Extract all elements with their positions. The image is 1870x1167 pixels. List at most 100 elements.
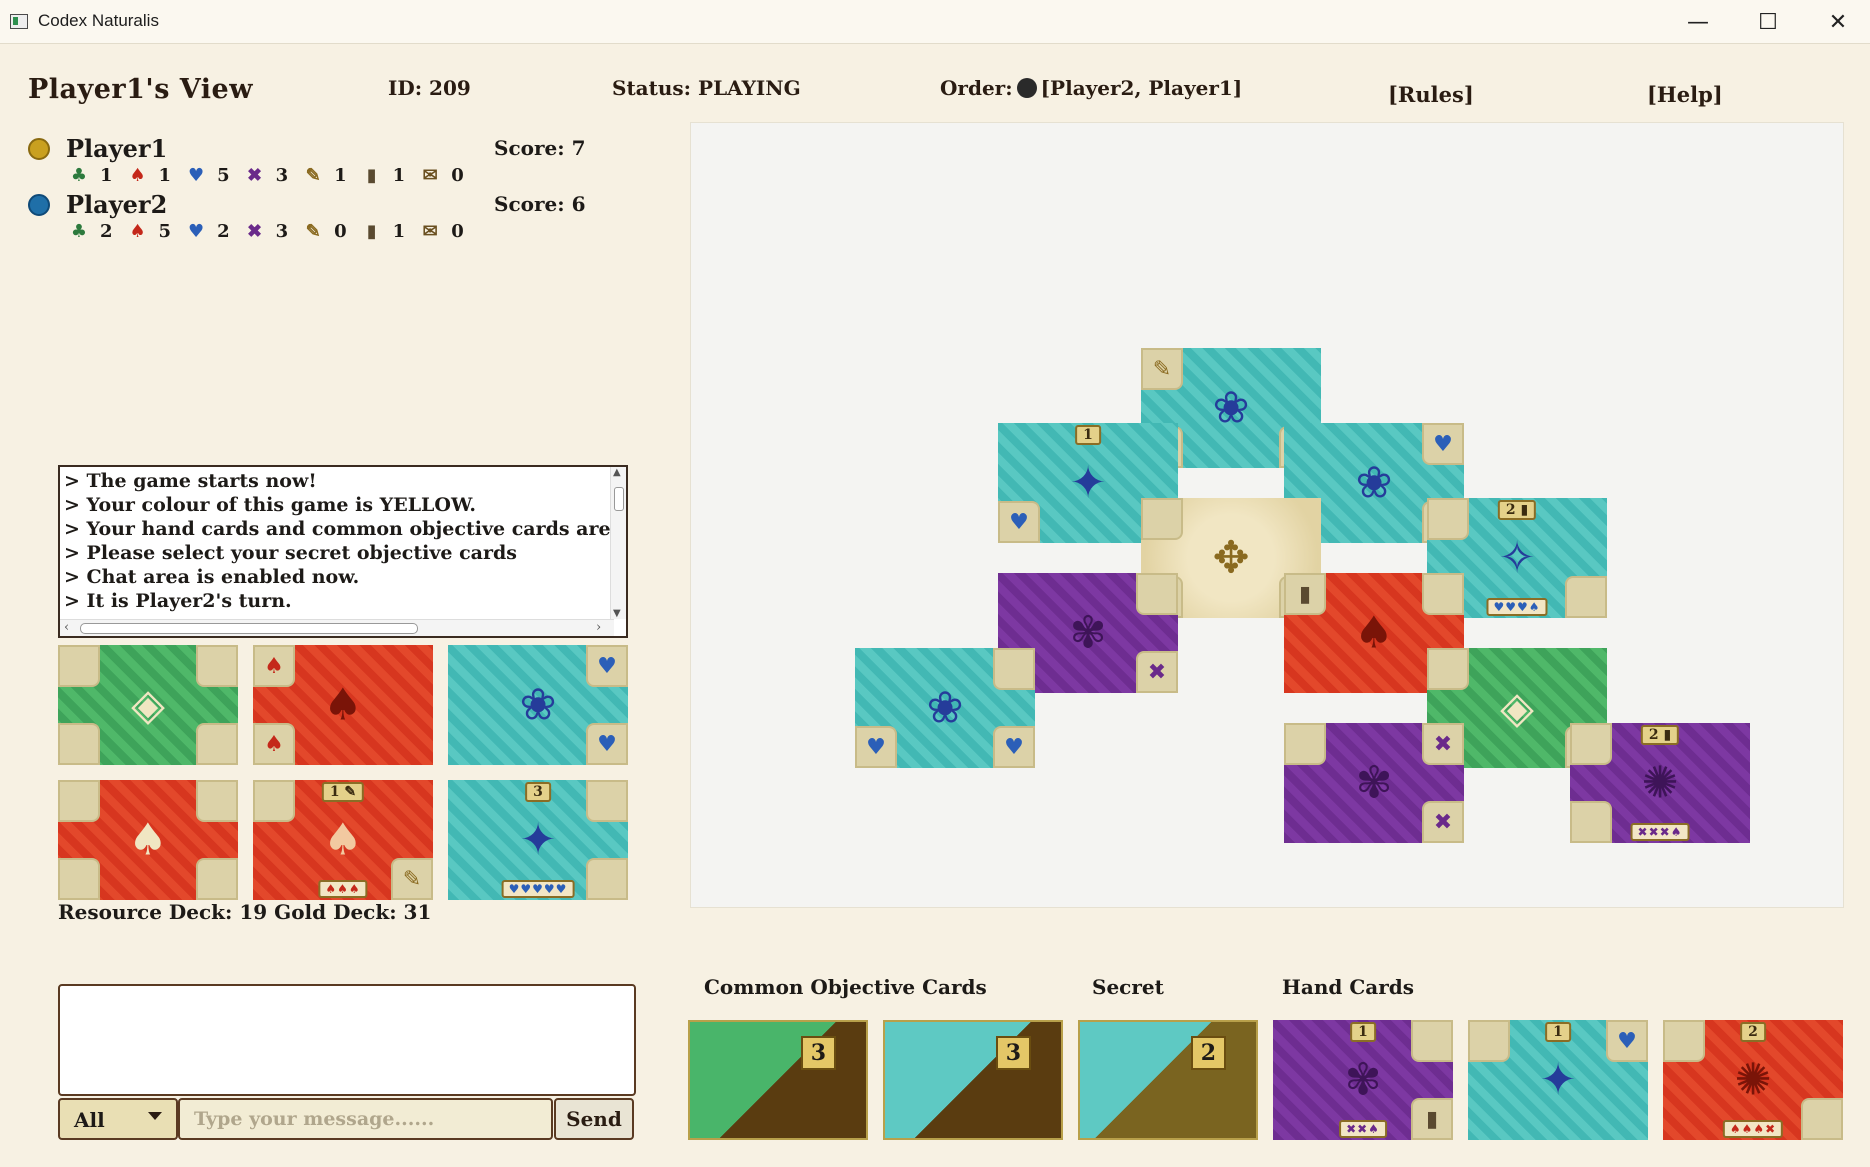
card-requirement: ♥♥♥♠ <box>1486 598 1548 616</box>
face-up-gold-card[interactable]: 1 ✎ ✎ ♠ ♠♠♠ <box>253 780 433 900</box>
bird-art-icon: ✦ <box>1539 1054 1577 1106</box>
chat-log[interactable]: > The game starts now! > Your colour of … <box>58 465 628 638</box>
empty-corner <box>196 645 238 687</box>
card-requirement: ♠♠♠✖ <box>1722 1120 1784 1138</box>
game-board[interactable]: ✎ ♥ ♠ ❀ 1 ♥ ✦ ♥ ❀ ▮ ✥ 2 ▮ ✧ ♥♥♥♠ ✖ ✾ ▮ ♠ <box>690 122 1844 908</box>
resource-deck-top-card[interactable]: ◈ <box>58 645 238 765</box>
objective-points: 2 <box>1190 1036 1226 1070</box>
recipient-select[interactable]: All <box>58 1098 178 1140</box>
insect-count: 3 <box>275 164 289 186</box>
manuscript-count: 0 <box>451 220 464 242</box>
chat-log-line: > Chat area is enabled now. <box>64 566 360 588</box>
chat-log-line: > Please select your secret objective ca… <box>64 542 517 564</box>
plant-count: 1 <box>100 164 113 186</box>
quill-count: 0 <box>334 220 347 242</box>
window-title: Codex Naturalis <box>38 11 159 30</box>
mushroom-art-icon: ♠ <box>323 679 363 731</box>
rules-link[interactable]: [Rules] <box>1388 82 1474 107</box>
card-requirement: ♠♠♠ <box>318 880 368 898</box>
objective-points: 3 <box>995 1036 1031 1070</box>
player-name: Player2 <box>66 190 168 219</box>
player-score: Score: 6 <box>494 192 586 216</box>
placed-card[interactable]: ✖ ✖ ✾ <box>1284 723 1464 843</box>
animal-count: 5 <box>217 164 230 186</box>
chat-message-area[interactable] <box>58 984 636 1096</box>
common-objective-card[interactable]: 3 <box>688 1020 868 1140</box>
scrollbar-thumb[interactable] <box>80 623 418 634</box>
empty-corner <box>586 858 628 900</box>
insect-icon: ✖ <box>247 164 263 186</box>
maximize-button[interactable]: ☐ <box>1740 6 1796 38</box>
animal-icon: ♥ <box>1422 423 1464 465</box>
chevron-down-icon[interactable] <box>148 1112 162 1120</box>
scroll-down-icon[interactable]: ▼ <box>613 608 621 619</box>
empty-corner <box>196 858 238 900</box>
player-score: Score: 7 <box>494 136 586 160</box>
empty-corner <box>196 723 238 765</box>
crab-art-icon: ✺ <box>1734 1054 1772 1106</box>
empty-corner <box>1663 1020 1705 1062</box>
animal-icon: ♥ <box>993 726 1035 768</box>
chat-log-horizontal-scrollbar[interactable]: ‹ › <box>60 619 614 636</box>
scroll-right-icon[interactable]: › <box>596 620 601 635</box>
empty-corner <box>586 780 628 822</box>
secret-objective-card[interactable]: 2 <box>1078 1020 1258 1140</box>
inkwell-icon: ▮ <box>1284 573 1326 615</box>
hand-card[interactable]: 1 ♥ ✦ <box>1468 1020 1648 1140</box>
common-objective-card[interactable]: 3 <box>883 1020 1063 1140</box>
close-button[interactable]: ✕ <box>1810 6 1866 38</box>
frog-art-icon: ❀ <box>1355 457 1393 509</box>
hand-card[interactable]: 1 ▮ ✾ ✖✖♠ <box>1273 1020 1453 1140</box>
quill-icon: ✎ <box>1141 348 1183 390</box>
placed-card[interactable]: ♥ ♥ ❀ <box>855 648 1035 768</box>
chat-log-lines: > The game starts now! > Your colour of … <box>64 469 614 619</box>
spider-art-icon: ✺ <box>1641 757 1679 809</box>
gold-deck-top-card[interactable]: ♠ <box>58 780 238 900</box>
card-points: 3 <box>525 782 551 802</box>
insect-art-icon: ✾ <box>1069 607 1107 659</box>
animal-icon: ♥ <box>586 723 628 765</box>
scrollbar-thumb[interactable] <box>614 487 624 511</box>
help-link[interactable]: [Help] <box>1647 82 1723 107</box>
chat-log-vertical-scrollbar[interactable]: ▲ ▼ <box>610 467 626 619</box>
insect-icon: ✖ <box>1422 723 1464 765</box>
first-player-token-icon <box>1016 78 1037 98</box>
card-points: 1 <box>1350 1022 1376 1042</box>
scroll-up-icon[interactable]: ▲ <box>613 467 621 478</box>
manuscript-count: 0 <box>451 164 464 186</box>
window-titlebar: Codex Naturalis — ☐ ✕ <box>0 0 1870 44</box>
player-row-player1: Player1 Score: 7 ♣ 1 ♠ 1 ♥ 5 ✖ 3 ✎ 1 ▮ 1 ✉ 0 <box>28 134 588 190</box>
animal-icon: ♥ <box>187 220 205 242</box>
empty-corner <box>1468 1020 1510 1062</box>
order-players: [Player2, Player1] <box>1040 76 1243 100</box>
fungi-count: 1 <box>158 164 172 186</box>
plant-count: 2 <box>100 220 113 242</box>
player1-token-icon <box>28 138 50 160</box>
send-button[interactable]: Send <box>554 1098 634 1140</box>
hand-card[interactable]: 2 ✺ ♠♠♠✖ <box>1663 1020 1843 1140</box>
chat-log-line: > The game starts now! <box>64 470 317 492</box>
message-input[interactable] <box>178 1098 553 1140</box>
face-up-resource-card[interactable]: ♥ ♥ ❀ <box>448 645 628 765</box>
quill-icon: ✎ <box>305 164 321 186</box>
quill-icon: ✎ <box>391 858 433 900</box>
fungi-icon: ♠ <box>128 814 168 866</box>
empty-corner <box>993 648 1035 690</box>
wolf-art-icon: ✧ <box>1498 532 1536 584</box>
empty-corner <box>58 723 100 765</box>
empty-corner <box>58 858 100 900</box>
scroll-left-icon[interactable]: ‹ <box>64 620 69 635</box>
face-up-gold-card[interactable]: 3 ✦ ♥♥♥♥♥ <box>448 780 628 900</box>
plant-icon: ◈ <box>131 679 165 731</box>
deck-counts: Resource Deck: 19 Gold Deck: 31 <box>58 900 432 924</box>
plant-icon: ♣ <box>70 164 88 186</box>
minimize-button[interactable]: — <box>1670 6 1726 38</box>
turn-order: Order: [Player2, Player1] <box>940 76 1242 100</box>
insect-art-icon: ✾ <box>1355 757 1393 809</box>
player-name: Player1 <box>66 134 168 163</box>
placed-card[interactable]: 2 ▮ ✺ ✖✖✖♠ <box>1570 723 1750 843</box>
insect-art-icon: ✾ <box>1344 1054 1382 1106</box>
empty-corner <box>58 645 100 687</box>
face-up-resource-card[interactable]: ♠ ♠ ♠ <box>253 645 433 765</box>
plant-icon: ◈ <box>1500 682 1534 734</box>
